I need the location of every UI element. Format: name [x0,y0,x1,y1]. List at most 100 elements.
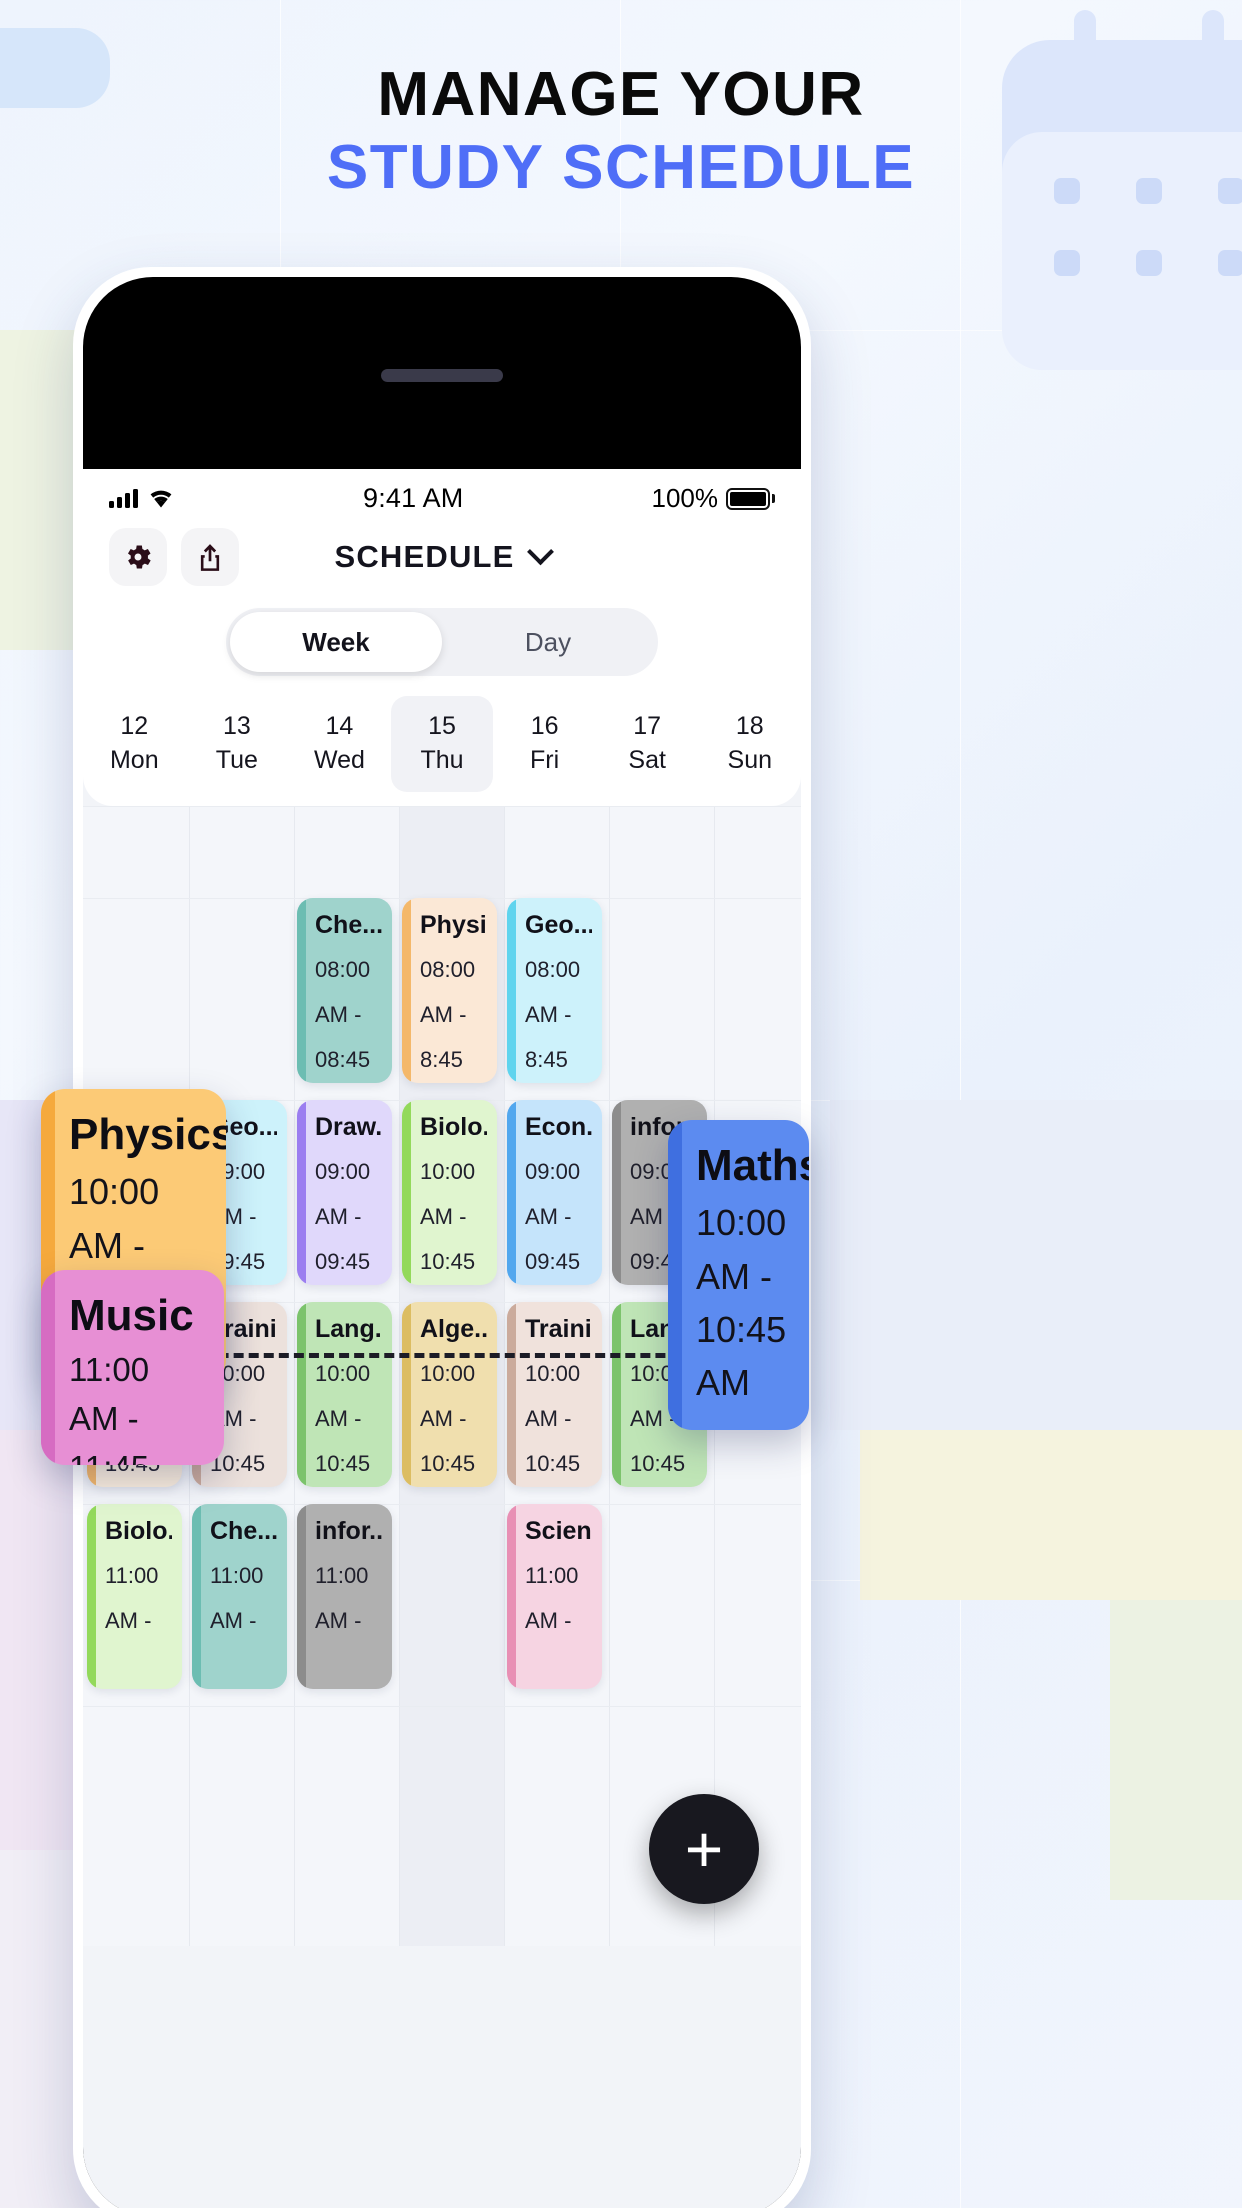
event-title: Alge... [420,1315,487,1343]
event-time: 10:00 AM - 10:45 AM [420,1159,476,1275]
day-name: Fri [530,745,560,774]
event-accent-bar [507,1099,516,1285]
tab-day[interactable]: Day [442,612,654,672]
day-name: Wed [313,745,365,774]
share-upload-icon [200,544,220,571]
floating-card-maths[interactable]: Maths 10:00 AM - 10:45 AM [668,1120,809,1430]
day-cell-mon[interactable]: 12 Mon [83,696,186,792]
day-name: Sun [727,745,772,774]
status-bar: 9:41 AM 100% [83,469,801,518]
event-card[interactable]: Physi... 08:00 AM - 8:45 AM [402,897,497,1083]
day-number: 17 [633,712,662,740]
event-time: 08:00 AM - 08:45 AM [315,957,371,1073]
add-event-button[interactable]: + [649,1793,759,1904]
event-card[interactable]: Lang... 10:00 AM - 10:45 AM [297,1301,392,1487]
event-accent-bar [402,897,411,1083]
day-strip: 12 Mon 13 Tue 14 Wed 15 Thu 16 Fri 17 Sa… [83,696,801,792]
event-time: 11:00 AM - [525,1563,579,1634]
cellular-signal-icon [109,489,138,508]
event-accent-bar [612,1301,621,1487]
status-time: 9:41 AM [363,483,464,513]
event-title: Che... [210,1517,277,1545]
day-name: Tue [215,745,258,774]
event-accent-bar [297,897,306,1083]
day-cell-sat[interactable]: 17 Sat [596,696,699,792]
tab-week[interactable]: Week [230,612,442,672]
event-title: Biolo... [420,1113,487,1141]
floating-card-title: Maths [696,1141,809,1190]
event-card[interactable]: Biolo... 11:00 AM - [87,1503,182,1689]
day-cell-tue[interactable]: 13 Tue [186,696,289,792]
event-card[interactable]: infor... 11:00 AM - [297,1503,392,1689]
day-number: 16 [530,712,559,740]
event-accent-bar [87,1503,96,1689]
view-mode-segmented-control[interactable]: Week Day [226,608,658,676]
event-card[interactable]: Alge... 10:00 AM - 10:45 AM [402,1301,497,1487]
app-toolbar: SCHEDULE [83,518,801,590]
floating-card-time: 11:00 AM - 11:45 AM [69,1351,150,1465]
page-title-label: SCHEDULE [334,539,515,574]
event-card[interactable]: Draw... 09:00 AM - 09:45 AM [297,1099,392,1285]
app-header: 9:41 AM 100% SCHEDULE Week Day 12 Mon 13… [83,469,801,806]
event-time: 09:00 AM - 09:45 AM [525,1159,581,1275]
day-number: 14 [325,712,354,740]
event-card[interactable]: Che... 08:00 AM - 08:45 AM [297,897,392,1083]
event-title: Traini... [525,1315,592,1343]
battery-full-icon [726,487,770,510]
battery-percent-label: 100% [651,483,719,513]
event-time: 11:00 AM - [105,1563,159,1634]
event-accent-bar [612,1099,621,1285]
event-title: Physi... [420,911,487,939]
day-name: Thu [420,745,464,774]
floating-card-title: Music [69,1291,194,1340]
event-time: 09:00 AM - 09:45 AM [315,1159,371,1275]
event-title: Scien... [525,1517,592,1545]
event-accent-bar [297,1301,306,1487]
event-card[interactable]: Geo... 08:00 AM - 8:45 AM [507,897,602,1083]
day-name: Mon [109,745,159,774]
day-name: Sat [628,745,666,774]
phone-speaker [381,369,503,382]
headline-line-1: MANAGE YOUR [377,60,865,129]
event-accent-bar [507,1301,516,1487]
floating-card-time: 10:00 AM - 10:45 AM [696,1202,787,1404]
event-card[interactable]: Traini... 10:00 AM - 10:45 AM [507,1301,602,1487]
event-title: Econ... [525,1113,592,1141]
day-cell-sun[interactable]: 18 Sun [698,696,801,792]
chevron-down-icon[interactable] [526,537,554,565]
day-number: 18 [735,712,764,740]
day-cell-fri[interactable]: 16 Fri [493,696,596,792]
event-accent-bar [297,1503,306,1689]
event-card[interactable]: Econ... 09:00 AM - 09:45 AM [507,1099,602,1285]
event-title: Draw... [315,1113,382,1141]
day-number: 15 [428,712,456,740]
event-title: Che... [315,911,382,939]
event-time: 08:00 AM - 8:45 AM [525,957,581,1073]
event-accent-bar [402,1301,411,1487]
event-accent-bar [507,897,516,1083]
event-time: 08:00 AM - 8:45 AM [420,957,476,1073]
event-time: 10:00 AM - 10:45 AM [315,1361,371,1477]
event-accent-bar [192,1503,201,1689]
event-card[interactable]: Che... 11:00 AM - [192,1503,287,1689]
event-time: 11:00 AM - [315,1563,369,1634]
event-card[interactable]: Biolo... 10:00 AM - 10:45 AM [402,1099,497,1285]
day-number: 12 [120,712,149,740]
event-title: Biolo... [105,1517,172,1545]
event-accent-bar [402,1099,411,1285]
day-cell-wed[interactable]: 14 Wed [288,696,391,792]
floating-card-title: Physics [69,1110,226,1159]
headline-line-2: STUDY SCHEDULE [326,133,916,203]
day-number: 13 [222,712,251,740]
floating-card-music[interactable]: Music 11:00 AM - 11:45 AM [41,1270,224,1465]
settings-button[interactable] [109,528,167,586]
event-card[interactable]: Scien... 11:00 AM - [507,1503,602,1689]
day-cell-thu[interactable]: 15 Thu [390,696,494,792]
share-button[interactable] [181,528,239,586]
event-time: 10:00 AM - 10:45 AM [420,1361,476,1477]
event-time: 10:00 AM - 10:45 AM [525,1361,581,1477]
event-title: infor... [315,1517,382,1545]
event-accent-bar [507,1503,516,1689]
wifi-icon [150,490,172,508]
event-accent-bar [297,1099,306,1285]
